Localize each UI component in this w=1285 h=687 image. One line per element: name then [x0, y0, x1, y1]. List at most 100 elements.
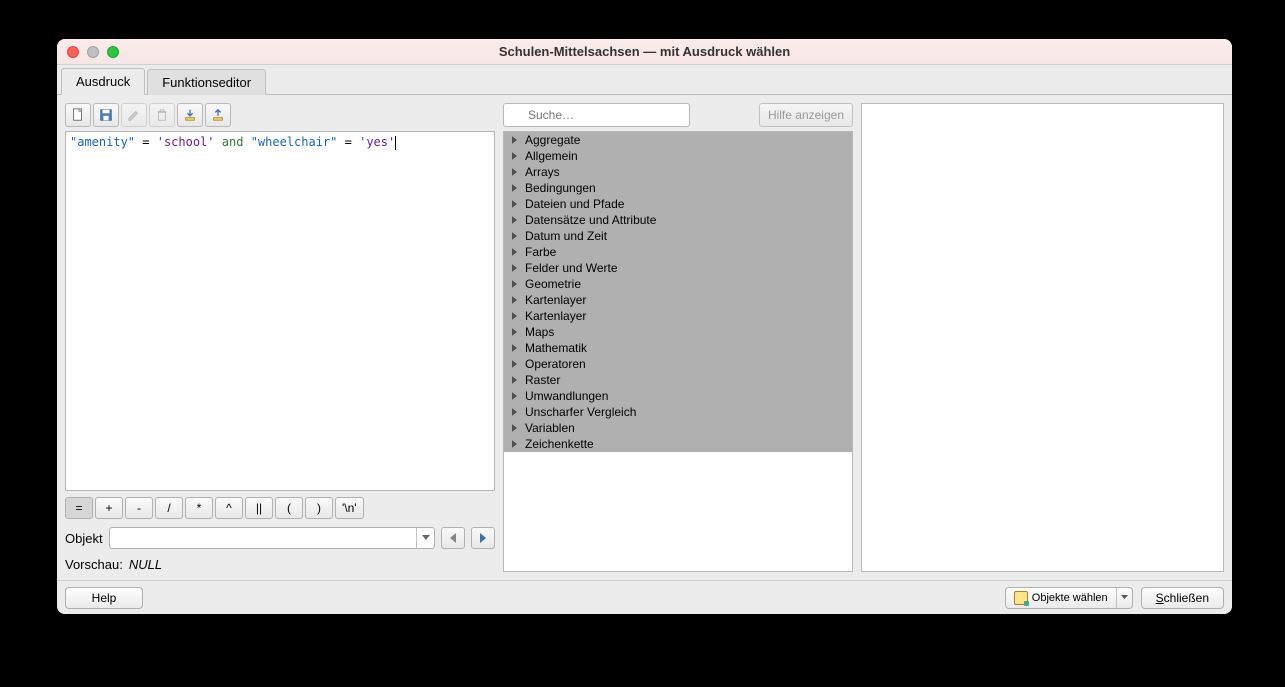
preview-value: NULL [129, 557, 162, 572]
minimize-window-button[interactable] [87, 46, 99, 58]
show-help-button[interactable]: Hilfe anzeigen [759, 103, 853, 127]
op-equals-button[interactable]: = [65, 497, 93, 519]
select-features-dropdown[interactable] [1116, 588, 1132, 608]
preview-row: Vorschau: NULL [65, 557, 495, 572]
dialog-window: Schulen-Mittelsachsen — mit Ausdruck wäh… [57, 39, 1232, 614]
search-wrap [503, 103, 755, 127]
tree-category[interactable]: Operatoren [504, 356, 852, 372]
tree-category[interactable]: Aggregate [504, 132, 852, 148]
tree-category-label: Datensätze und Attribute [525, 213, 656, 227]
tree-category[interactable]: Mathematik [504, 340, 852, 356]
tree-category[interactable]: Unscharfer Vergleich [504, 404, 852, 420]
function-tree[interactable]: Aggregate Allgemein Arrays Bedingungen Datei… [503, 131, 853, 572]
tree-category[interactable]: Geometrie [504, 276, 852, 292]
expression-panel: "amenity" = 'school' and "wheelchair" = … [65, 103, 495, 572]
close-button[interactable]: Schließen [1141, 587, 1224, 609]
tree-category-label: Variablen [525, 421, 575, 435]
tree-category-label: Kartenlayer [525, 309, 586, 323]
op-power-button[interactable]: ^ [215, 497, 243, 519]
tree-category[interactable]: Bedingungen [504, 180, 852, 196]
expand-arrow-icon [512, 408, 517, 416]
token-operator: = [345, 135, 352, 149]
token-operator: = [142, 135, 149, 149]
tree-list: Aggregate Allgemein Arrays Bedingungen Datei… [504, 132, 852, 452]
pencil-icon [127, 108, 141, 122]
tree-category[interactable]: Umwandlungen [504, 388, 852, 404]
op-rparen-button[interactable]: ) [305, 497, 333, 519]
tree-category[interactable]: Kartenlayer [504, 308, 852, 324]
op-divide-button[interactable]: / [155, 497, 183, 519]
op-lparen-button[interactable]: ( [275, 497, 303, 519]
prev-feature-button[interactable] [441, 527, 465, 549]
select-features-main: Objekte wählen [1006, 591, 1116, 605]
tree-category[interactable]: Kartenlayer [504, 292, 852, 308]
close-label-rest: chließen [1164, 591, 1209, 605]
tree-category-label: Aggregate [525, 133, 580, 147]
feature-row: Objekt [65, 527, 495, 549]
op-concat-button[interactable]: || [245, 497, 273, 519]
help-button[interactable]: Help [65, 587, 143, 609]
expand-arrow-icon [512, 200, 517, 208]
tree-category-label: Maps [525, 325, 554, 339]
tree-category-label: Operatoren [525, 357, 586, 371]
tree-category-label: Zeichenkette [525, 437, 594, 451]
search-input[interactable] [503, 103, 690, 127]
tree-category-label: Farbe [525, 245, 556, 259]
tree-category[interactable]: Felder und Werte [504, 260, 852, 276]
zoom-window-button[interactable] [107, 46, 119, 58]
tree-category[interactable]: Zeichenkette [504, 436, 852, 452]
token-field: "wheelchair" [251, 135, 338, 149]
import-button[interactable] [177, 103, 203, 127]
next-feature-button[interactable] [471, 527, 495, 549]
text-cursor [395, 136, 396, 150]
search-row: Hilfe anzeigen [503, 103, 853, 127]
expand-arrow-icon [512, 312, 517, 320]
tree-category[interactable]: Farbe [504, 244, 852, 260]
expand-arrow-icon [512, 264, 517, 272]
tree-category[interactable]: Dateien und Pfade [504, 196, 852, 212]
select-features-icon [1014, 591, 1028, 605]
save-button[interactable] [93, 103, 119, 127]
close-window-button[interactable] [67, 46, 79, 58]
tree-category[interactable]: Arrays [504, 164, 852, 180]
tree-category[interactable]: Allgemein [504, 148, 852, 164]
new-file-button[interactable] [65, 103, 91, 127]
expand-arrow-icon [512, 328, 517, 336]
op-minus-button[interactable]: - [125, 497, 153, 519]
op-plus-button[interactable]: + [95, 497, 123, 519]
expand-arrow-icon [512, 136, 517, 144]
tab-expression[interactable]: Ausdruck [61, 68, 145, 95]
expression-editor[interactable]: "amenity" = 'school' and "wheelchair" = … [65, 131, 495, 491]
tree-category-label: Unscharfer Vergleich [525, 405, 636, 419]
tree-category-label: Bedingungen [525, 181, 596, 195]
triangle-right-icon [479, 533, 487, 543]
tree-category[interactable]: Maps [504, 324, 852, 340]
expand-arrow-icon [512, 216, 517, 224]
expand-arrow-icon [512, 376, 517, 384]
edit-button[interactable] [121, 103, 147, 127]
tree-category[interactable]: Datensätze und Attribute [504, 212, 852, 228]
export-button[interactable] [205, 103, 231, 127]
select-features-button[interactable]: Objekte wählen [1005, 587, 1133, 609]
expand-arrow-icon [512, 360, 517, 368]
tree-category-label: Arrays [525, 165, 560, 179]
tree-category[interactable]: Datum und Zeit [504, 228, 852, 244]
tree-category[interactable]: Raster [504, 372, 852, 388]
op-newline-button[interactable]: '\n' [335, 497, 364, 519]
op-multiply-button[interactable]: * [185, 497, 213, 519]
tree-category[interactable]: Variablen [504, 420, 852, 436]
tree-category-label: Mathematik [525, 341, 587, 355]
close-mnemonic: S [1156, 591, 1164, 605]
upload-icon [211, 108, 225, 122]
tab-function-editor[interactable]: Funktionseditor [147, 69, 266, 95]
tree-category-label: Allgemein [525, 149, 578, 163]
expand-arrow-icon [512, 296, 517, 304]
token-keyword: and [222, 135, 244, 149]
save-icon [99, 108, 113, 122]
delete-button[interactable] [149, 103, 175, 127]
titlebar: Schulen-Mittelsachsen — mit Ausdruck wäh… [57, 39, 1232, 65]
tab-bar: Ausdruck Funktionseditor [57, 65, 1232, 95]
tree-category-label: Dateien und Pfade [525, 197, 624, 211]
feature-combo[interactable] [109, 527, 435, 549]
function-list-panel: Hilfe anzeigen Aggregate Allgemein Arrays B… [503, 103, 853, 572]
